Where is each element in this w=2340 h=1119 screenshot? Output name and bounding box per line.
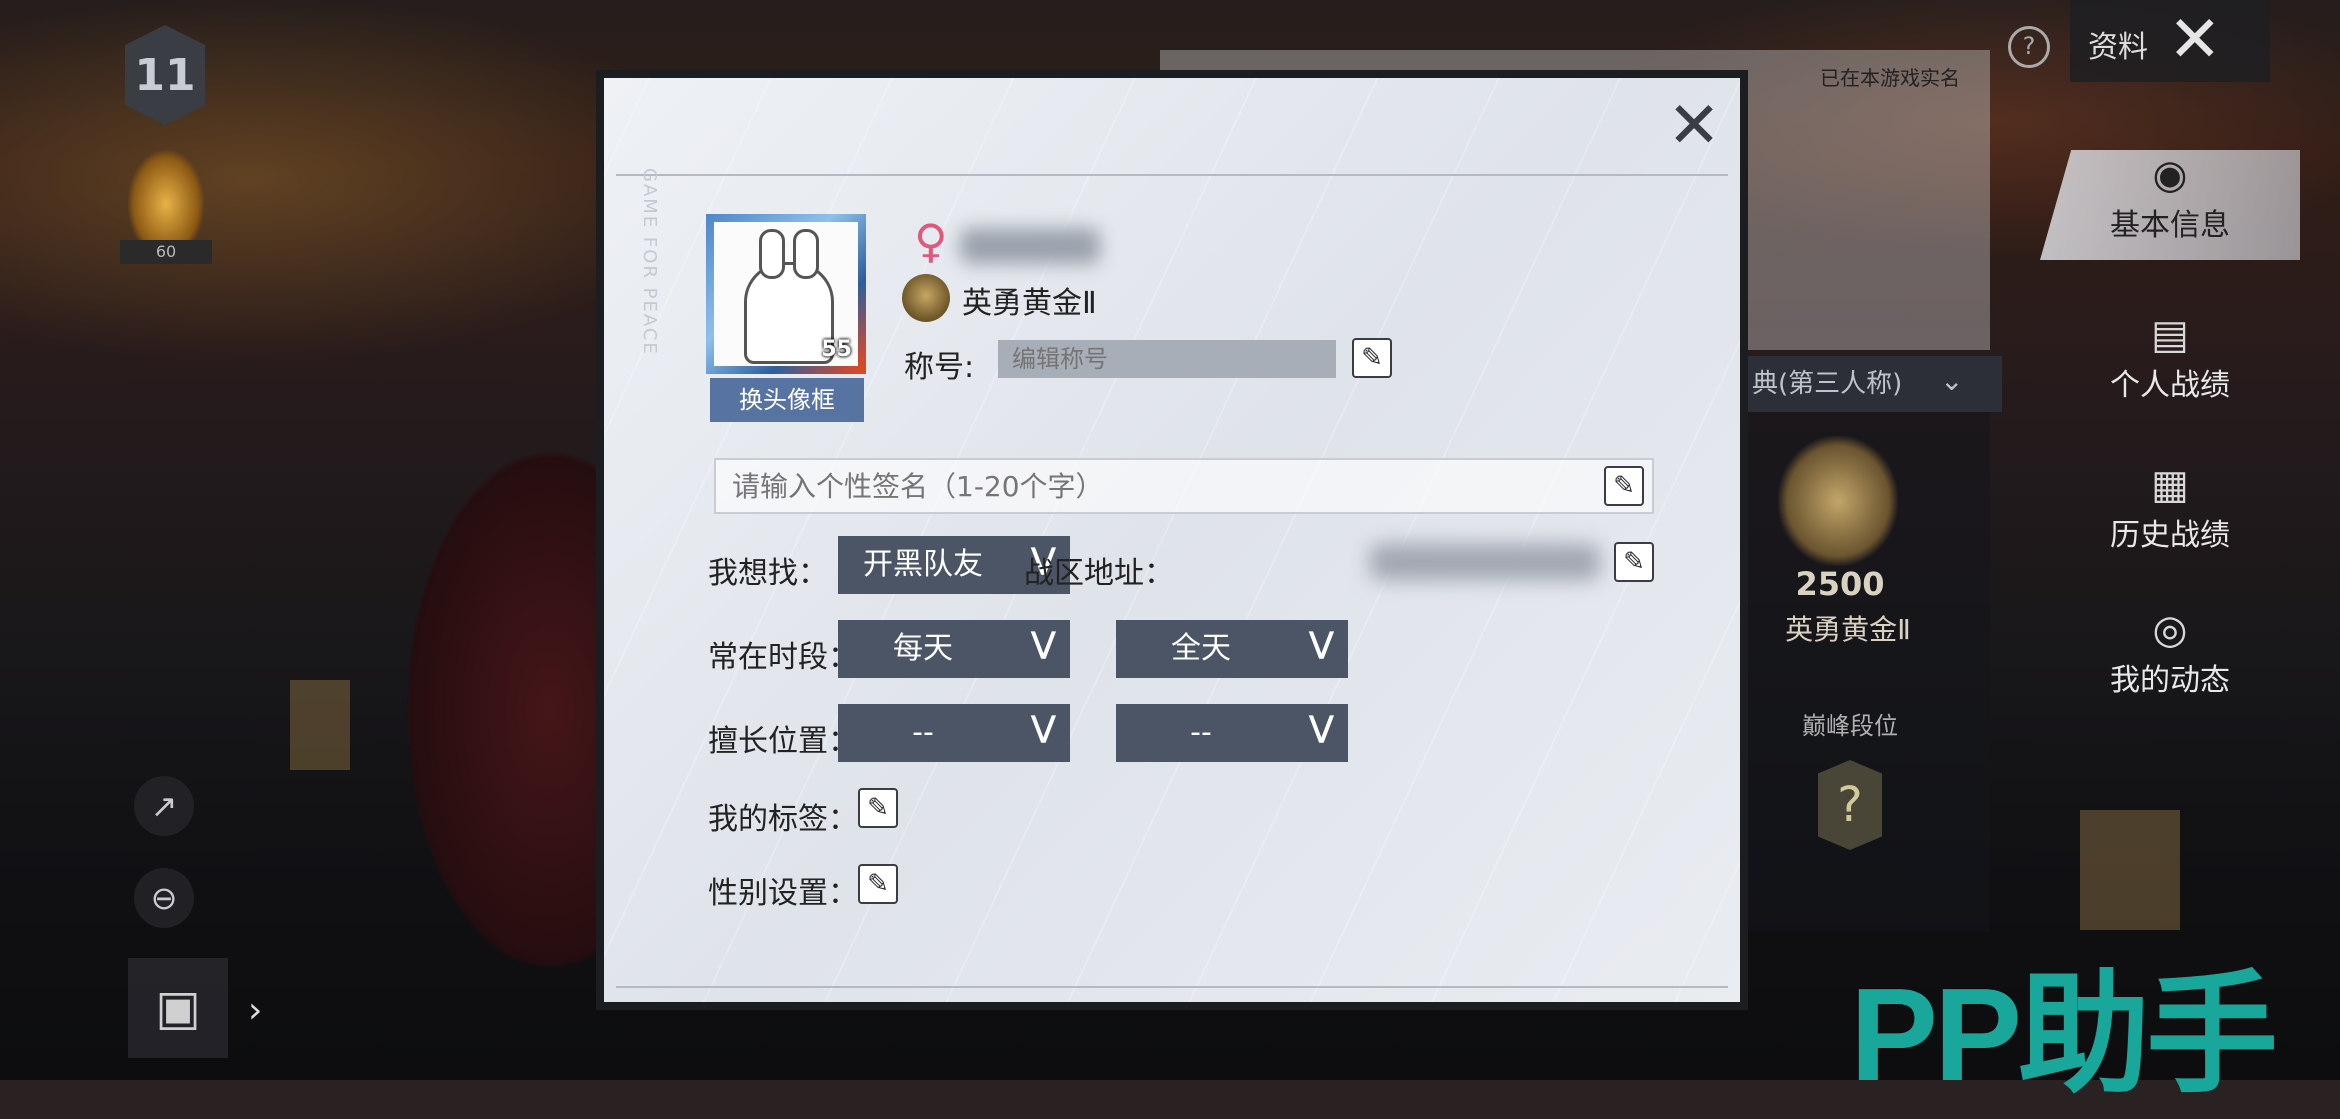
person-icon: ◉	[2152, 152, 2188, 198]
peak-rank-unknown-icon: ?	[1818, 760, 1882, 850]
rank-name: 英勇黄金Ⅱ	[1785, 613, 1911, 646]
bunny-ear-right	[793, 229, 819, 279]
avatar-level-badge: 55	[821, 337, 852, 362]
sidenav-item-label: 个人战绩	[2110, 368, 2230, 403]
active-hours-dropdown[interactable]: 全天 ⋁	[1116, 620, 1348, 678]
position-2-dropdown[interactable]: -- ⋁	[1116, 704, 1348, 762]
sidenav-item-label: 基本信息	[2110, 208, 2230, 243]
avatar-frame[interactable]: 55	[706, 214, 866, 374]
sidenav: ◉ 基本信息 ▤ 个人战绩 ▦ 历史战绩 ◎ 我的动态	[2040, 150, 2340, 710]
document-icon: ▦	[2151, 462, 2189, 508]
active-days-dropdown[interactable]: 每天 ⋁	[838, 620, 1070, 678]
edit-title-button[interactable]: ✎	[1352, 338, 1392, 378]
chevron-down-icon: ⋁	[1308, 710, 1334, 745]
tags-label: 我的标签：	[708, 802, 858, 837]
tier-badge-icon	[902, 274, 950, 322]
title-input[interactable]	[998, 340, 1336, 378]
chart-icon: ▤	[2151, 312, 2189, 358]
chevron-down-icon: ⋁	[1030, 710, 1056, 745]
expand-arrow-icon[interactable]: ›	[248, 990, 262, 1031]
sidenav-item-history[interactable]: ▦ 历史战绩	[2040, 460, 2300, 570]
sidenav-item-basic-info[interactable]: ◉ 基本信息	[2040, 150, 2300, 260]
sidenav-item-personal-stats[interactable]: ▤ 个人战绩	[2040, 310, 2300, 420]
close-icon[interactable]: ✕	[2168, 8, 2222, 72]
modal-close-button[interactable]: ✕	[1664, 94, 1724, 158]
chevron-down-icon: ⋁	[1308, 626, 1334, 661]
share-icon[interactable]: ↗	[134, 776, 194, 836]
edit-region-button[interactable]: ✎	[1614, 542, 1654, 582]
tier-name: 英勇黄金Ⅱ	[962, 286, 1097, 321]
title-label: 称号:	[904, 350, 975, 385]
looking-for-value: 开黑队友	[863, 547, 983, 582]
edit-gender-button[interactable]: ✎	[858, 864, 898, 904]
rank-score: 2500	[1795, 565, 1885, 603]
pp-watermark-logo: PP助手	[1850, 961, 2278, 1108]
modal-body: GAME FOR PEACE ✕ 55 换头像框 ♀ 英勇黄金Ⅱ 称号: ✎ ✎…	[604, 78, 1740, 1002]
level-badge: 11	[125, 25, 205, 125]
change-frame-button[interactable]: 换头像框	[710, 378, 864, 422]
position-1-value: --	[912, 715, 934, 750]
sidenav-item-label: 我的动态	[2110, 663, 2230, 698]
gender-setting-label: 性别设置：	[708, 876, 858, 911]
chevron-down-icon: ⌄	[1940, 364, 1964, 397]
position-1-dropdown[interactable]: -- ⋁	[838, 704, 1070, 762]
looking-for-label: 我想找：	[708, 556, 828, 591]
active-days-value: 每天	[893, 631, 953, 666]
player-name-blurred	[960, 228, 1100, 264]
active-time-label: 常在时段：	[708, 640, 858, 675]
realname-note: 已在本游戏实名	[1820, 66, 1960, 90]
position-2-value: --	[1190, 715, 1212, 750]
region-address-blurred	[1370, 544, 1600, 580]
region-label: 战区地址：	[1024, 556, 1174, 591]
avatar: 55	[714, 222, 858, 366]
chevron-down-icon: ⋁	[1030, 626, 1056, 661]
female-gender-icon: ♀	[914, 214, 948, 268]
top-right-label: 资料	[2088, 30, 2148, 65]
help-icon[interactable]: ?	[2008, 26, 2050, 68]
brand-vertical-text: GAME FOR PEACE	[639, 168, 660, 356]
sidenav-item-label: 历史战绩	[2110, 518, 2230, 553]
zoom-out-icon[interactable]: ⊖	[134, 868, 194, 928]
profile-edit-modal: GAME FOR PEACE ✕ 55 换头像框 ♀ 英勇黄金Ⅱ 称号: ✎ ✎…	[596, 70, 1748, 1010]
position-label: 擅长位置：	[708, 724, 858, 759]
peak-rank-label: 巅峰段位	[1802, 712, 1898, 740]
modal-bottom-divider	[616, 986, 1728, 988]
active-hours-value: 全天	[1171, 631, 1231, 666]
rank-emblem-icon	[1778, 436, 1898, 566]
bunny-ear-left	[759, 229, 785, 279]
modal-top-divider	[616, 174, 1728, 176]
wardrobe-icon[interactable]: ▣	[128, 958, 228, 1058]
edit-signature-button[interactable]: ✎	[1604, 466, 1644, 506]
edit-tags-button[interactable]: ✎	[858, 788, 898, 828]
rank-flame-icon	[128, 150, 204, 240]
signature-input[interactable]	[714, 458, 1654, 514]
sidenav-item-feed[interactable]: ◎ 我的动态	[2040, 605, 2300, 715]
user-feed-icon: ◎	[2152, 607, 2188, 653]
rank-value: 60	[120, 240, 212, 264]
